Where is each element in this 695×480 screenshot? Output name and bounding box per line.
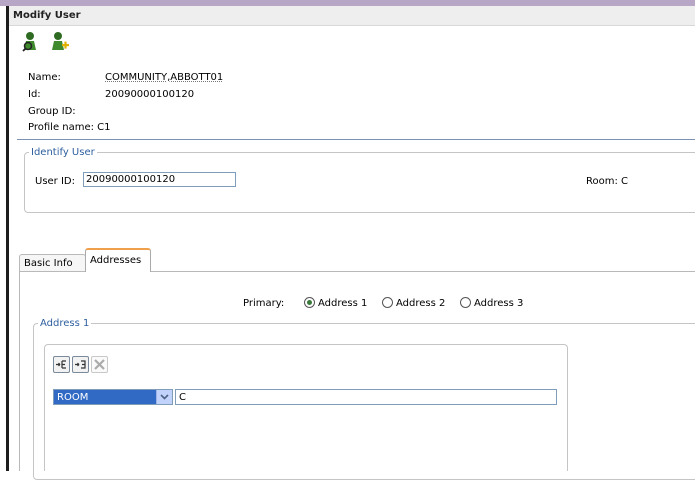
user-id-label: User ID: bbox=[35, 176, 75, 187]
insert-field-button[interactable] bbox=[72, 356, 89, 373]
insert-field-icon bbox=[75, 360, 86, 369]
add-field-icon bbox=[56, 360, 66, 369]
add-field-button[interactable] bbox=[53, 356, 70, 373]
profile-name-label: Profile name: C1 bbox=[28, 122, 111, 133]
window-title: Modify User bbox=[13, 10, 81, 21]
address-1-legend: Address 1 bbox=[40, 318, 90, 329]
section-divider bbox=[17, 139, 695, 140]
identify-user-legend: Identify User bbox=[31, 147, 95, 158]
user-search-icon[interactable] bbox=[21, 30, 41, 52]
name-value: COMMUNITY,ABBOTT01 bbox=[105, 72, 224, 83]
tab-basic-info[interactable]: Basic Info bbox=[19, 254, 86, 272]
radio-address-2-label[interactable]: Address 2 bbox=[396, 298, 445, 309]
radio-address-1[interactable] bbox=[304, 297, 315, 308]
delete-field-button[interactable] bbox=[91, 356, 108, 373]
field-value-input[interactable] bbox=[175, 389, 557, 405]
radio-address-1-label[interactable]: Address 1 bbox=[318, 298, 367, 309]
title-bar: Modify User bbox=[9, 6, 695, 26]
field-type-select[interactable]: ROOM bbox=[53, 389, 173, 405]
name-label: Name: bbox=[28, 72, 61, 83]
delete-icon bbox=[94, 359, 105, 370]
tab-addresses[interactable]: Addresses bbox=[85, 248, 151, 272]
radio-address-2[interactable] bbox=[382, 297, 393, 308]
address-fields-box bbox=[44, 344, 568, 471]
radio-address-3[interactable] bbox=[460, 297, 471, 308]
id-value: 20090000100120 bbox=[105, 89, 195, 100]
field-type-value: ROOM bbox=[57, 392, 89, 403]
user-add-icon[interactable] bbox=[50, 30, 70, 52]
radio-address-3-label[interactable]: Address 3 bbox=[474, 298, 523, 309]
primary-label: Primary: bbox=[243, 298, 285, 309]
chevron-down-icon[interactable] bbox=[156, 390, 172, 404]
group-id-label: Group ID: bbox=[28, 106, 76, 117]
left-border bbox=[6, 6, 9, 471]
id-label: Id: bbox=[28, 89, 41, 100]
room-label: Room: C bbox=[586, 176, 629, 187]
user-id-input[interactable] bbox=[83, 172, 236, 187]
